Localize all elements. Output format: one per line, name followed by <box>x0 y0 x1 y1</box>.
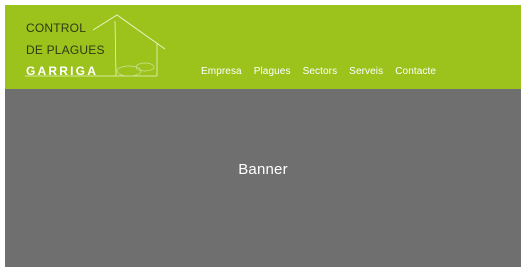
site-logo[interactable]: CONTROL DE PLAGUES GARRIGA <box>5 5 175 89</box>
site-header: CONTROL DE PLAGUES GARRIGA Empresa Plagu… <box>5 5 521 89</box>
nav-item-sectors[interactable]: Sectors <box>303 66 338 78</box>
nav-item-empresa[interactable]: Empresa <box>201 66 242 78</box>
banner-label: Banner <box>238 161 288 178</box>
logo-text-control: CONTROL <box>26 21 87 35</box>
nav-item-plagues[interactable]: Plagues <box>254 66 291 78</box>
nav-item-serveis[interactable]: Serveis <box>349 66 383 78</box>
logo-text-de-plagues: DE PLAGUES <box>26 43 105 57</box>
page-frame: CONTROL DE PLAGUES GARRIGA Empresa Plagu… <box>5 5 521 267</box>
nav-item-contacte[interactable]: Contacte <box>395 66 436 78</box>
logo-text-garriga: GARRIGA <box>26 64 99 78</box>
banner-area: Banner <box>5 89 521 267</box>
main-nav: Empresa Plagues Sectors Serveis Contacte <box>201 66 448 78</box>
